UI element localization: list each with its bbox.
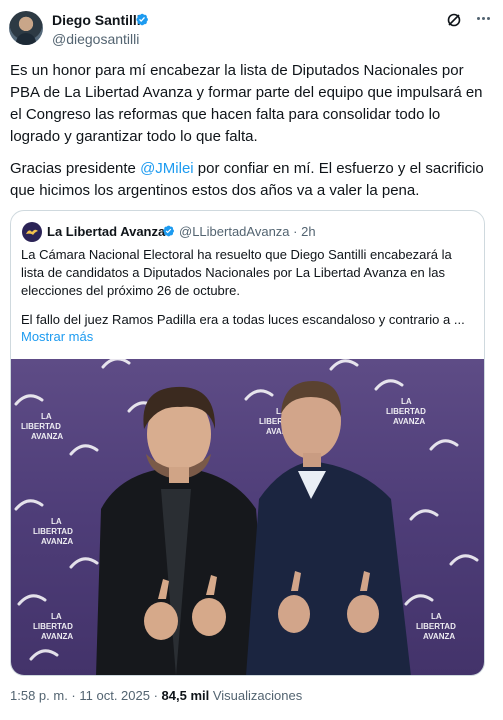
backdrop-logo-text: LA (431, 612, 442, 621)
quote-text-paragraph-1: La Cámara Nacional Electoral ha resuelto… (21, 247, 452, 298)
backdrop-logo-text: LA (51, 517, 62, 526)
grok-icon[interactable] (446, 12, 462, 28)
verified-badge-icon (163, 225, 174, 237)
backdrop-logo-text: LA (51, 612, 62, 621)
backdrop-logo-text: LIBERTAD (21, 422, 61, 431)
tweet-date[interactable]: 11 oct. 2025 (79, 688, 150, 703)
backdrop-logo-text: LA (41, 412, 52, 421)
author-avatar[interactable] (9, 11, 43, 45)
backdrop-logo-text: AVANZA (393, 417, 425, 426)
backdrop-logo-text: LIBERTAD (33, 622, 73, 631)
author-handle[interactable]: @diegosantilli (52, 31, 139, 47)
tweet-meta: 1:58 p. m. · 11 oct. 2025 · 84,5 mil Vis… (10, 688, 302, 703)
tweet-header: Diego Santilli @diegosantilli (0, 0, 503, 56)
views-label: Visualizaciones (209, 688, 303, 703)
views-count: 84,5 mil (161, 688, 210, 703)
show-more-link[interactable]: Mostrar más (21, 329, 93, 344)
quote-photo[interactable]: LA LIBERTAD AVANZA LA LIBERTAD AVANZA LA… (11, 359, 484, 675)
backdrop-logo-text: LIBERTAD (416, 622, 456, 631)
quote-text-paragraph-2: El fallo del juez Ramos Padilla era a to… (21, 312, 465, 327)
verified-badge-icon (136, 13, 148, 26)
backdrop-logo-text: AVANZA (423, 632, 455, 641)
photo-illustration: LA LIBERTAD AVANZA LA LIBERTAD AVANZA LA… (14, 359, 479, 675)
backdrop-logo-text: AVANZA (31, 432, 63, 441)
mention-link[interactable]: @JMilei (140, 160, 194, 177)
tweet-text-paragraph-1: Es un honor para mí encabezar la lista d… (10, 62, 483, 145)
author-name[interactable]: Diego Santilli (52, 12, 141, 28)
meta-separator: · (149, 688, 162, 703)
tweet-text-paragraph-2: Gracias presidente @JMilei por confiar e… (10, 158, 494, 202)
quote-author-name[interactable]: La Libertad Avanza (47, 224, 165, 239)
tweet-time[interactable]: 1:58 p. m. (10, 688, 68, 703)
meta-separator: · (67, 688, 80, 703)
tweet-text-segment: Gracias presidente (10, 160, 141, 177)
backdrop-logo-text: AVANZA (41, 632, 73, 641)
backdrop-logo-text: LA (401, 397, 412, 406)
eagle-logo-icon (26, 229, 38, 235)
backdrop-logo-text: LIBERTAD (386, 407, 426, 416)
quoted-tweet[interactable]: La Libertad Avanza @LLibertadAvanza · 2h… (10, 210, 485, 676)
backdrop-logo-text: AVANZA (41, 537, 73, 546)
person-left (96, 386, 269, 675)
quote-avatar[interactable] (22, 222, 42, 242)
backdrop-logo-text: LIBERTAD (33, 527, 73, 536)
more-options-icon[interactable] (473, 8, 493, 28)
quote-handle-time[interactable]: @LLibertadAvanza · 2h (179, 224, 316, 239)
